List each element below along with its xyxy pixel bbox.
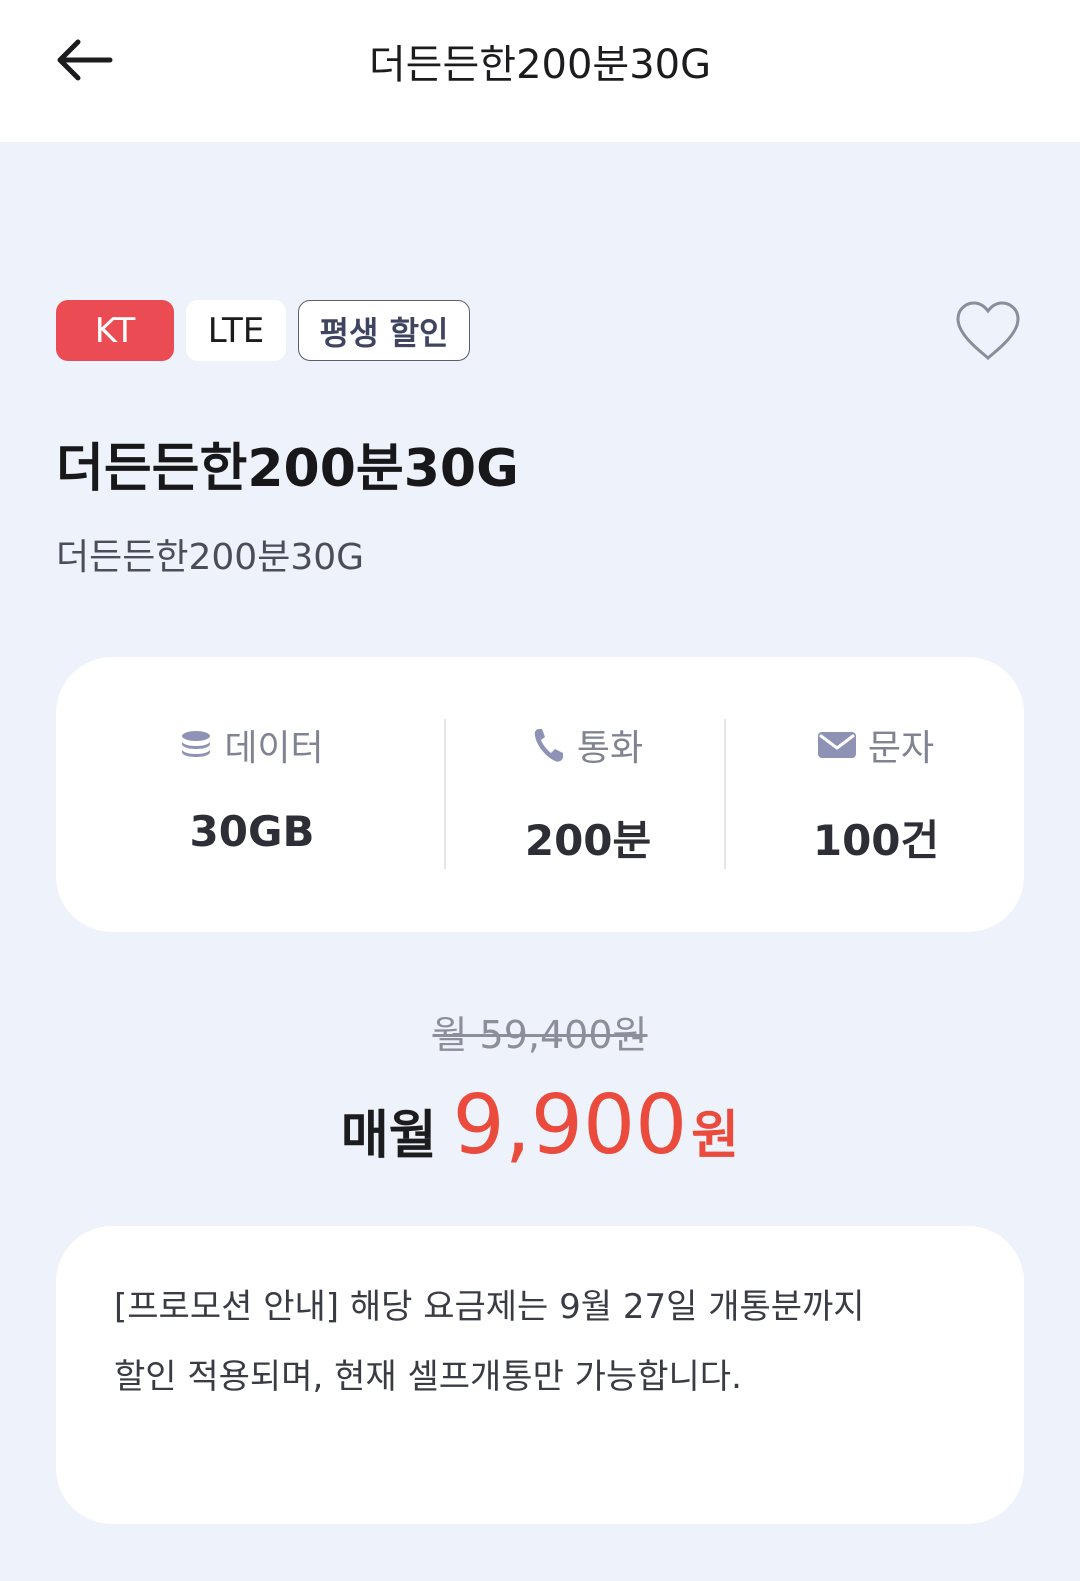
top-bar: 더든든한200분30G (0, 0, 1080, 142)
plan-subtitle: 더든든한200분30G (56, 537, 365, 578)
page-title: 더든든한200분30G (368, 42, 712, 88)
spec-value: 100건 (812, 816, 940, 865)
spec-label: 데이터 (224, 728, 324, 769)
spec-data: 데이터 30GB (56, 657, 448, 932)
favorite-button[interactable] (954, 300, 1022, 362)
divider (724, 719, 726, 869)
divider (444, 719, 446, 869)
phone-icon (534, 729, 563, 762)
price-amount: 9,900 (452, 1078, 688, 1173)
carrier-badge: KT (56, 300, 174, 361)
promotion-notice: [프로모션 안내] 해당 요금제는 9월 27일 개통분까지 할인 적용되며, … (56, 1226, 1024, 1524)
original-price: 월 59,400원 (432, 1013, 648, 1057)
database-icon (182, 731, 211, 757)
spec-label: 통화 (576, 728, 644, 769)
spec-value: 200분 (524, 816, 652, 865)
network-badge: LTE (186, 300, 286, 361)
plan-title: 더든든한200분30G (56, 439, 519, 499)
spec-call: 통화 200분 (448, 657, 728, 932)
price-unit: 원 (691, 1106, 740, 1166)
monthly-label: 매월 (340, 1106, 437, 1166)
discount-badge: 평생 할인 (298, 300, 470, 361)
spec-value: 30GB (189, 807, 315, 856)
heart-icon (956, 301, 1020, 361)
spec-label: 문자 (867, 728, 935, 769)
discount-price: 매월 9,900 원 (0, 1078, 1080, 1173)
spec-message: 문자 100건 (728, 657, 1024, 932)
plan-badges: KT LTE 평생 할인 (56, 300, 470, 361)
mail-icon (817, 732, 856, 758)
plan-spec-card: 데이터 30GB 통화 200분 문자 100건 (56, 657, 1024, 932)
notice-text: [프로모션 안내] 해당 요금제는 9월 27일 개통분까지 할인 적용되며, … (114, 1287, 865, 1397)
